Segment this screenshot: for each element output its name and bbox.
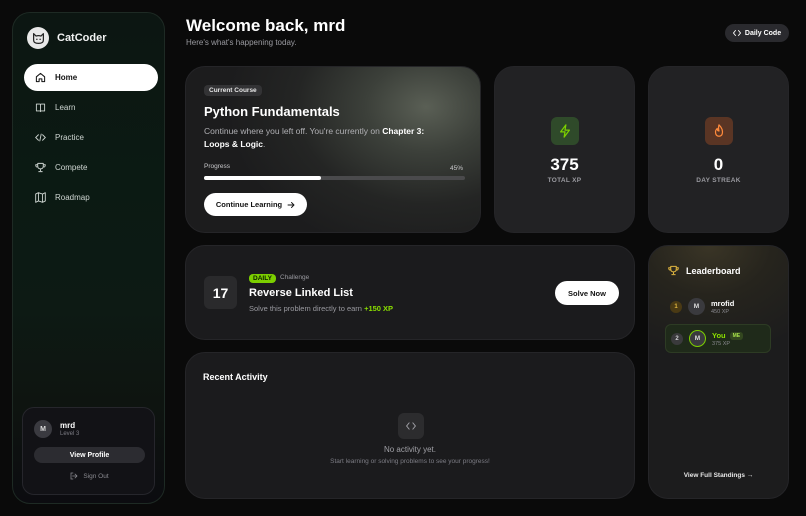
avatar: M (688, 298, 705, 315)
code-icon (732, 30, 741, 36)
sidebar-item-label: Compete (55, 163, 88, 172)
recent-activity-title: Recent Activity (203, 372, 268, 382)
daily-challenge-card: 17 DAILY Challenge Reverse Linked List S… (185, 245, 635, 340)
empty-state-title: No activity yet. (383, 445, 436, 454)
sidebar: CatCoder Home Learn Practice Compete Roa… (12, 12, 165, 504)
avatar[interactable]: M (34, 420, 52, 438)
sidebar-item-practice[interactable]: Practice (24, 124, 158, 151)
leaderboard-card: Leaderboard 1 M mrofid 450 XP 2 M You ME … (648, 245, 789, 499)
sidebar-item-roadmap[interactable]: Roadmap (24, 184, 158, 211)
leaderboard-name: mrofid (711, 298, 735, 308)
code-icon (398, 413, 424, 439)
code-icon (35, 133, 46, 142)
solve-now-button[interactable]: Solve Now (555, 281, 619, 305)
home-icon (35, 72, 46, 83)
course-description: Continue where you left off. You're curr… (204, 126, 425, 149)
sidebar-item-label: Roadmap (55, 193, 90, 202)
leaderboard-header: Leaderboard (668, 265, 741, 276)
sidebar-item-label: Home (55, 73, 78, 82)
day-streak-card: 0 DAY STREAK (648, 66, 789, 233)
lightning-icon (551, 117, 579, 145)
daily-code-label: Daily Code (744, 29, 782, 37)
recent-activity-card: Recent Activity No activity yet. Start l… (185, 352, 635, 499)
total-xp-label: TOTAL XP (547, 177, 582, 184)
day-streak-value: 0 (713, 155, 724, 174)
cat-logo-icon (27, 27, 49, 49)
challenge-title: Reverse Linked List (249, 287, 353, 299)
total-xp-value: 375 (550, 155, 579, 174)
rank-badge: 1 (670, 300, 682, 313)
leaderboard-xp: 375 XP (712, 340, 731, 347)
challenge-description: Solve this problem directly to earn +150… (249, 304, 394, 313)
total-xp-card: 375 TOTAL XP (494, 66, 635, 233)
page-title: Welcome back, mrd (186, 16, 346, 35)
progress-label: Progress (204, 163, 231, 170)
sidebar-item-learn[interactable]: Learn (24, 94, 158, 121)
leaderboard-row-me[interactable]: 2 M You ME 375 XP (665, 324, 771, 353)
leaderboard-xp: 450 XP (711, 308, 730, 315)
daily-code-button[interactable]: Daily Code (725, 24, 789, 42)
challenge-tag: Challenge (280, 274, 310, 281)
progress-percent: 45% (449, 165, 463, 172)
user-info: M mrd Level 3 (34, 420, 79, 438)
trophy-icon (35, 162, 46, 173)
current-course-card: Current Course Python Fundamentals Conti… (185, 66, 481, 233)
book-icon (35, 103, 46, 113)
view-full-standings-link[interactable]: View Full Standings → (649, 472, 788, 479)
me-badge: ME (729, 331, 744, 340)
sidebar-item-label: Practice (55, 133, 84, 142)
flame-icon (705, 117, 733, 145)
rank-badge: 2 (671, 332, 683, 345)
user-level: Level 3 (60, 431, 80, 437)
arrow-right-icon (287, 201, 295, 208)
leaderboard-name: You ME (712, 331, 744, 340)
sidebar-nav: Home Learn Practice Compete Roadmap (24, 64, 158, 214)
sidebar-item-home[interactable]: Home (24, 64, 158, 91)
app-name: CatCoder (57, 32, 107, 44)
leaderboard-row[interactable]: 1 M mrofid 450 XP (665, 292, 771, 321)
sign-out-link[interactable]: Sign Out (23, 472, 156, 480)
daily-badge: DAILY (249, 274, 276, 283)
empty-state-description: Start learning or solving problems to se… (330, 458, 490, 465)
user-name: mrd (60, 421, 76, 430)
current-course-badge: Current Course (204, 85, 262, 96)
page-subtitle: Here's what's happening today. (186, 38, 297, 47)
continue-learning-button[interactable]: Continue Learning (204, 193, 307, 216)
brand[interactable]: CatCoder (27, 27, 107, 49)
sidebar-item-compete[interactable]: Compete (24, 154, 158, 181)
day-streak-label: DAY STREAK (696, 177, 741, 184)
progress-bar (204, 176, 465, 180)
progress-bar-fill (204, 176, 322, 180)
view-profile-button[interactable]: View Profile (34, 447, 145, 463)
xp-reward: +150 XP (364, 304, 394, 313)
course-title: Python Fundamentals (204, 104, 340, 119)
sign-out-label: Sign Out (83, 472, 109, 480)
trophy-icon (668, 265, 679, 276)
sidebar-item-label: Learn (55, 103, 76, 112)
map-icon (35, 192, 46, 203)
sign-out-icon (70, 472, 78, 480)
challenge-day: 17 (204, 276, 237, 309)
user-card: M mrd Level 3 View Profile Sign Out (22, 407, 155, 495)
continue-learning-label: Continue Learning (215, 200, 283, 209)
avatar: M (689, 330, 706, 347)
leaderboard-title: Leaderboard (686, 265, 741, 276)
